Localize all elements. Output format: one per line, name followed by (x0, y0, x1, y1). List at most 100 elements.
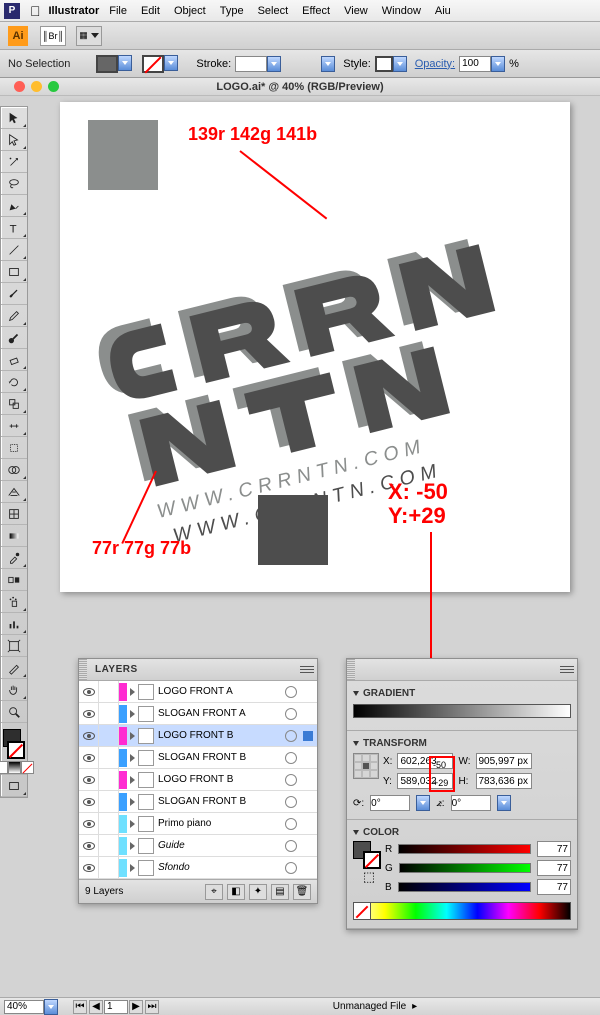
layer-name[interactable]: Sfondo (158, 862, 285, 873)
r-input[interactable] (537, 841, 571, 857)
menubar-app-name[interactable]: Illustrator (49, 5, 100, 17)
menu-select[interactable]: Select (258, 5, 289, 17)
layer-name[interactable]: LOGO FRONT B (158, 730, 285, 741)
expand-icon[interactable] (130, 820, 135, 828)
slice-tool[interactable] (1, 657, 27, 679)
rotate-dropdown[interactable] (416, 795, 430, 811)
panel-grip-icon[interactable] (79, 659, 87, 680)
layer-name[interactable]: LOGO FRONT B (158, 774, 285, 785)
magic-wand-tool[interactable] (1, 151, 27, 173)
visibility-toggle[interactable] (79, 791, 99, 812)
rotate-input[interactable] (370, 795, 410, 811)
free-transform-tool[interactable] (1, 437, 27, 459)
menu-effect[interactable]: Effect (302, 5, 330, 17)
stroke-dropdown[interactable] (164, 55, 178, 71)
bridge-button[interactable]: ║Br║ (40, 26, 66, 46)
lock-cell[interactable] (99, 747, 119, 768)
prev-artboard-button[interactable]: ◀ (89, 1000, 103, 1014)
zoom-input[interactable] (4, 1000, 44, 1014)
target-icon[interactable] (285, 774, 297, 786)
expand-icon[interactable] (130, 732, 135, 740)
fill-stroke-swatches[interactable] (96, 55, 132, 73)
type-tool[interactable]: T (1, 217, 27, 239)
gradient-preview[interactable] (353, 704, 571, 718)
fill-dropdown[interactable] (118, 55, 132, 71)
close-window-button[interactable] (14, 81, 25, 92)
color-stroke-swatch[interactable] (363, 851, 381, 869)
b-slider[interactable] (398, 882, 531, 892)
artboard[interactable]: WWW.CRRNTN.COM WWW.CRRNTN.COM 139r 142g … (60, 102, 570, 592)
expand-icon[interactable] (130, 710, 135, 718)
target-icon[interactable] (285, 752, 297, 764)
eraser-tool[interactable] (1, 349, 27, 371)
color-fill-stroke-swatches[interactable] (353, 841, 381, 869)
lock-cell[interactable] (99, 681, 119, 702)
cube-icon[interactable]: ⬚ (353, 869, 385, 885)
ps-launcher-icon[interactable]: P (4, 3, 20, 19)
g-slider[interactable] (399, 863, 531, 873)
visibility-toggle[interactable] (79, 747, 99, 768)
pen-tool[interactable] (1, 195, 27, 217)
visibility-toggle[interactable] (79, 769, 99, 790)
lock-cell[interactable] (99, 791, 119, 812)
stroke-weight-input[interactable] (235, 56, 267, 72)
visibility-toggle[interactable] (79, 813, 99, 834)
stroke-swatch[interactable] (142, 55, 164, 73)
first-artboard-button[interactable]: ⏮ (73, 1000, 87, 1014)
layer-name[interactable]: LOGO FRONT A (158, 686, 285, 697)
line-tool[interactable] (1, 239, 27, 261)
menu-view[interactable]: View (344, 5, 368, 17)
zoom-dropdown[interactable] (44, 999, 58, 1015)
rectangle-tool[interactable] (1, 261, 27, 283)
artboard-tool[interactable] (1, 635, 27, 657)
mesh-tool[interactable] (1, 503, 27, 525)
selection-tool[interactable] (1, 107, 27, 129)
rotate-tool[interactable] (1, 371, 27, 393)
target-icon[interactable] (285, 796, 297, 808)
tool-fill-stroke-swatches[interactable] (1, 727, 27, 761)
layers-panel-menu[interactable] (300, 662, 314, 676)
minimize-window-button[interactable] (31, 81, 42, 92)
target-icon[interactable] (285, 840, 297, 852)
menu-object[interactable]: Object (174, 5, 206, 17)
layer-row[interactable]: LOGO FRONT A (79, 681, 317, 703)
apple-menu-icon[interactable]:  (30, 3, 41, 19)
scale-tool[interactable] (1, 393, 27, 415)
paintbrush-tool[interactable] (1, 283, 27, 305)
blend-tool[interactable] (1, 569, 27, 591)
expand-icon[interactable] (130, 864, 135, 872)
pencil-tool[interactable] (1, 305, 27, 327)
screen-mode-button[interactable] (1, 775, 27, 797)
zoom-window-button[interactable] (48, 81, 59, 92)
menu-help[interactable]: Aiu (435, 5, 451, 17)
zoom-tool[interactable] (1, 701, 27, 723)
lock-cell[interactable] (99, 835, 119, 856)
stroke-weight-dropdown[interactable] (267, 56, 281, 72)
last-artboard-button[interactable]: ⏭ (145, 1000, 159, 1014)
artboard-number-input[interactable] (104, 1000, 128, 1014)
visibility-toggle[interactable] (79, 835, 99, 856)
gradient-title[interactable]: GRADIENT (353, 685, 571, 702)
gradient-panel-menu[interactable] (560, 662, 574, 676)
layer-row[interactable]: Primo piano (79, 813, 317, 835)
style-swatch[interactable] (375, 56, 393, 72)
lock-cell[interactable] (99, 703, 119, 724)
lock-cell[interactable] (99, 813, 119, 834)
expand-icon[interactable] (130, 776, 135, 784)
visibility-toggle[interactable] (79, 725, 99, 746)
opacity-dropdown[interactable] (491, 56, 505, 72)
locate-object-button[interactable]: ⌖ (205, 884, 223, 900)
new-sublayer-button[interactable]: ✦ (249, 884, 267, 900)
hand-tool[interactable] (1, 679, 27, 701)
width-tool[interactable] (1, 415, 27, 437)
stroke-swatch-pair[interactable] (142, 55, 178, 73)
menu-type[interactable]: Type (220, 5, 244, 17)
layer-row[interactable]: SLOGAN FRONT B (79, 747, 317, 769)
w-input[interactable] (476, 753, 532, 769)
visibility-toggle[interactable] (79, 857, 99, 878)
layer-row[interactable]: LOGO FRONT B (79, 769, 317, 791)
transform-title[interactable]: TRANSFORM (353, 735, 571, 753)
direct-selection-tool[interactable] (1, 129, 27, 151)
none-color-button[interactable] (353, 902, 371, 920)
tool-stroke-swatch[interactable] (7, 741, 25, 759)
